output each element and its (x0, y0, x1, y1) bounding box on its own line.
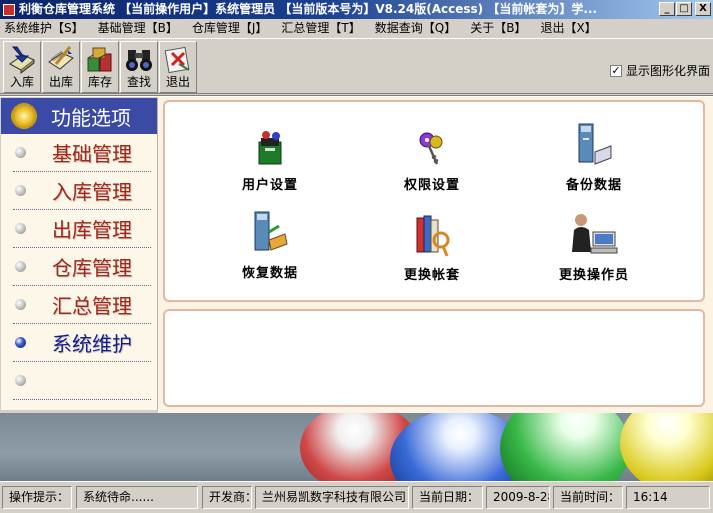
toolbar-outbound-label: 出库 (48, 75, 73, 89)
status-tip-label: 操作提示： (2, 486, 72, 509)
user-settings-icon (258, 131, 282, 165)
function-label: 更换操作员 (558, 268, 629, 283)
sidebar-item-warehouse-management[interactable]: 仓库管理 (13, 248, 151, 286)
yellow-disc-image (620, 413, 713, 481)
sidebar-header-title: 功能选项 (51, 105, 131, 130)
sidebar-item-empty[interactable] (13, 362, 151, 400)
permission-keys-icon (419, 132, 443, 165)
status-time-label: 当前时间： (553, 486, 623, 509)
function-backup-data[interactable]: 备份数据 (539, 122, 649, 193)
function-label: 权限设置 (403, 178, 460, 193)
sidebar-item-label: 汇总管理 (52, 294, 132, 318)
inbound-icon (9, 46, 35, 74)
menu-basic-management[interactable]: 基础管理【B】 (98, 19, 178, 38)
menu-summary-management[interactable]: 汇总管理【T】 (281, 19, 360, 38)
toolbar-outbound-button[interactable]: 出库 (42, 41, 80, 93)
radio-dot-selected-icon (15, 337, 26, 348)
radio-dot-icon (15, 147, 26, 158)
function-label: 用户设置 (241, 178, 298, 193)
minimize-button[interactable]: _ (659, 2, 675, 16)
sidebar-item-label: 仓库管理 (52, 256, 132, 280)
toolbar-search-label: 查找 (126, 75, 151, 89)
status-developer-label: 开发商： (202, 486, 252, 509)
toolbar-exit-button[interactable]: 退出 (159, 41, 197, 93)
function-label: 更换帐套 (403, 268, 460, 283)
menu-data-query[interactable]: 数据查询【Q】 (375, 19, 456, 38)
graphic-ui-checkbox-box[interactable]: ✓ (610, 64, 622, 77)
menu-exit[interactable]: 退出【X】 (540, 19, 596, 38)
binoculars-icon (126, 50, 152, 71)
sidebar-item-basic-management[interactable]: 基础管理 (13, 134, 151, 172)
toolbar-inbound-label: 入库 (9, 75, 34, 89)
graphic-ui-checkbox-label: 显示图形化界面 (626, 64, 711, 78)
maximize-button[interactable]: □ (676, 2, 692, 16)
status-time-value: 16:14 (626, 486, 710, 509)
sidebar: 功能选项 基础管理 入库管理 出库管理 仓库管理 汇总管理 系统维护 (1, 98, 158, 410)
radio-dot-icon (15, 375, 26, 386)
toolbar: 入库 出库 库存 查找 退出 (0, 38, 713, 94)
sidebar-item-system-maintenance[interactable]: 系统维护 (13, 324, 151, 362)
toolbar-search-button[interactable]: 查找 (120, 41, 158, 93)
background-decoration (0, 413, 713, 481)
function-restore-data[interactable]: 恢复数据 (215, 210, 325, 281)
sidebar-item-outbound-management[interactable]: 出库管理 (13, 210, 151, 248)
switch-account-set-icon (416, 215, 450, 257)
menu-about[interactable]: 关于【B】 (470, 19, 526, 38)
radio-dot-icon (15, 261, 26, 272)
status-tip-value: 系统待命...... (76, 486, 198, 509)
sidebar-item-label: 出库管理 (52, 218, 132, 242)
graphic-ui-checkbox[interactable]: ✓ 显示图形化界面 (610, 62, 710, 79)
radio-dot-icon (15, 223, 26, 234)
exit-icon (164, 46, 190, 74)
info-panel (163, 309, 705, 407)
toolbar-inventory-button[interactable]: 库存 (81, 41, 119, 93)
status-bar: 操作提示： 系统待命...... 开发商： 兰州易凯数字科技有限公司 当前日期：… (0, 481, 713, 513)
sidebar-header: 功能选项 (1, 98, 157, 134)
inventory-icon (87, 47, 112, 72)
status-date-label: 当前日期： (412, 486, 483, 509)
function-user-settings[interactable]: 用户设置 (215, 130, 325, 193)
status-date-value: 2009-8-28 (486, 486, 550, 509)
app-icon (3, 3, 15, 16)
window-controls: _ □ X (659, 2, 711, 16)
restore-data-icon (254, 211, 288, 251)
sidebar-item-label: 入库管理 (52, 180, 132, 204)
function-label: 恢复数据 (241, 266, 298, 281)
sidebar-item-inbound-management[interactable]: 入库管理 (13, 172, 151, 210)
toolbar-inbound-button[interactable]: 入库 (3, 41, 41, 93)
menu-system-maintenance[interactable]: 系统维护【S】 (4, 19, 84, 38)
close-button[interactable]: X (695, 2, 711, 16)
window-title: 利衡仓库管理系统 【当前操作用户】系统管理员 【当前版本号为】V8.24版(Ac… (19, 2, 598, 16)
title-bar[interactable]: 利衡仓库管理系统 【当前操作用户】系统管理员 【当前版本号为】V8.24版(Ac… (0, 0, 713, 19)
function-label: 备份数据 (565, 178, 622, 193)
sidebar-item-label: 系统维护 (52, 332, 132, 356)
radio-dot-icon (15, 299, 26, 310)
toolbar-inventory-label: 库存 (87, 75, 112, 89)
function-switch-account-set[interactable]: 更换帐套 (377, 212, 487, 283)
toolbar-exit-label: 退出 (165, 75, 190, 89)
outbound-icon (48, 46, 74, 70)
function-switch-operator[interactable]: 更换操作员 (539, 212, 649, 283)
function-panel: 用户设置 权限设置 备份数据 恢复数据 更换帐套 更换操作员 (163, 100, 705, 302)
switch-operator-icon (572, 214, 618, 254)
sidebar-item-summary-management[interactable]: 汇总管理 (13, 286, 151, 324)
backup-data-icon (578, 123, 612, 165)
sidebar-item-label: 基础管理 (52, 142, 132, 166)
function-permission-settings[interactable]: 权限设置 (377, 130, 487, 193)
menu-bar: 系统维护【S】 基础管理【B】 仓库管理【J】 汇总管理【T】 数据查询【Q】 … (0, 19, 713, 38)
content-area: 用户设置 权限设置 备份数据 恢复数据 更换帐套 更换操作员 (158, 97, 713, 413)
radio-dot-icon (15, 185, 26, 196)
gear-icon (11, 103, 37, 129)
menu-warehouse-management[interactable]: 仓库管理【J】 (192, 19, 268, 38)
green-disc-image (500, 413, 630, 481)
status-developer-value: 兰州易凯数字科技有限公司 (255, 486, 409, 509)
